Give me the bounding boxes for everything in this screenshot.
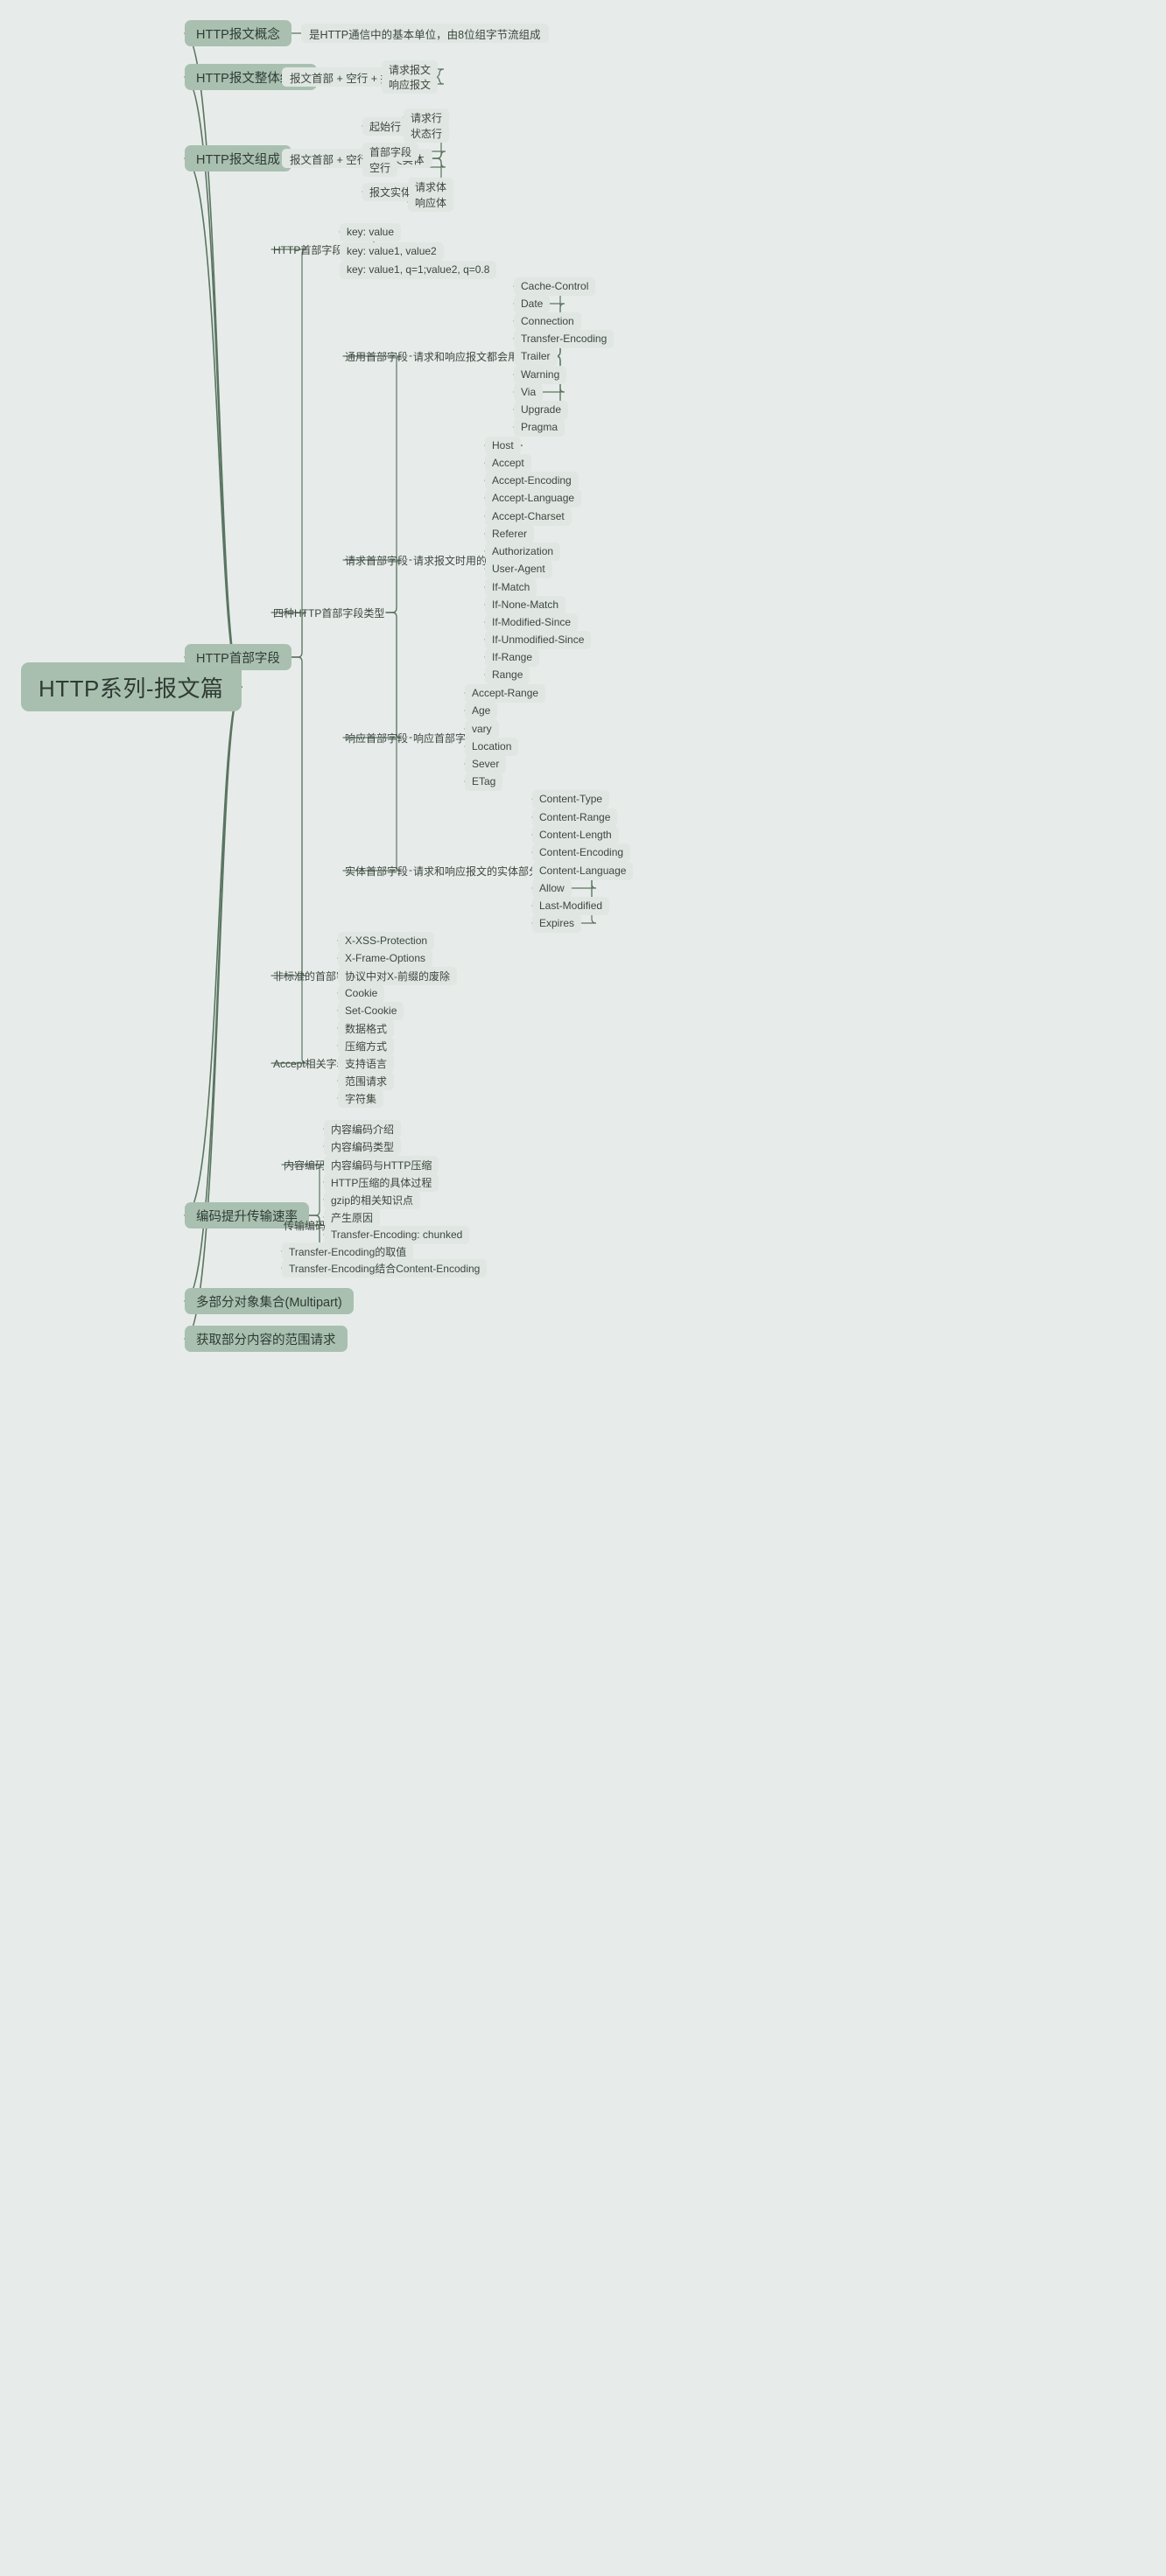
leaf-status-line[interactable]: 状态行 <box>404 123 450 143</box>
leaf-general-6[interactable]: Via <box>514 382 544 402</box>
leaf-request-9[interactable]: If-None-Match <box>485 595 566 614</box>
leaf-entity-6[interactable]: Last-Modified <box>532 896 610 915</box>
leaf-entity-7[interactable]: Expires <box>532 914 582 933</box>
leaf-accept-0[interactable]: 数据格式 <box>338 1018 395 1038</box>
leaf-kv-1[interactable]: key: value <box>340 222 402 242</box>
leaf-entity-2[interactable]: Content-Length <box>532 825 619 844</box>
leaf-general-5[interactable]: Warning <box>514 365 567 384</box>
node-transfer-encoding[interactable]: 传输编码 <box>282 1216 327 1234</box>
leaf-entity-1[interactable]: Content-Range <box>532 808 618 827</box>
leaf-response-5[interactable]: ETag <box>465 772 503 791</box>
leaf-content-encoding-1[interactable]: 内容编码类型 <box>324 1137 402 1156</box>
leaf-entity-0[interactable]: Content-Type <box>532 789 610 808</box>
leaf-transfer-plus-content-encoding[interactable]: Transfer-Encoding结合Content-Encoding <box>282 1258 488 1278</box>
leaf-nonstandard-3[interactable]: Cookie <box>338 984 385 1003</box>
leaf-request-10[interactable]: If-Modified-Since <box>485 612 579 632</box>
leaf-start-line[interactable]: 起始行 <box>362 116 409 136</box>
leaf-transfer-chunked[interactable]: Transfer-Encoding: chunked <box>324 1225 470 1244</box>
branch-http-header-fields[interactable]: HTTP首部字段 <box>185 644 292 670</box>
connector-lines <box>184 32 597 1340</box>
leaf-content-encoding-0[interactable]: 内容编码介绍 <box>324 1119 402 1138</box>
leaf-response-0[interactable]: Accept-Range <box>465 683 546 703</box>
leaf-content-encoding-4[interactable]: gzip的相关知识点 <box>324 1190 421 1209</box>
leaf-request-1[interactable]: Accept <box>485 453 531 472</box>
leaf-general-0[interactable]: Cache-Control <box>514 276 596 296</box>
leaf-general-4[interactable]: Trailer <box>514 346 558 366</box>
leaf-content-encoding-2[interactable]: 内容编码与HTTP压缩 <box>324 1155 439 1174</box>
leaf-content-encoding-3[interactable]: HTTP压缩的具体过程 <box>324 1172 439 1192</box>
leaf-entity-4[interactable]: Content-Language <box>532 861 634 880</box>
leaf-response-3[interactable]: Location <box>465 737 519 756</box>
leaf-entity-5[interactable]: Allow <box>532 878 572 898</box>
leaf-concept-desc[interactable]: 是HTTP通信中的基本单位，由8位组字节流组成 <box>301 24 549 43</box>
leaf-entity-3[interactable]: Content-Encoding <box>532 843 631 862</box>
leaf-nonstandard-0[interactable]: X-XSS-Protection <box>338 931 435 950</box>
leaf-request-8[interactable]: If-Match <box>485 578 537 597</box>
branch-range-request[interactable]: 获取部分内容的范围请求 <box>185 1326 348 1352</box>
leaf-nonstandard-1[interactable]: X-Frame-Options <box>338 948 433 968</box>
node-four-header-types[interactable]: 四种HTTP首部字段类型 <box>271 604 386 621</box>
leaf-accept-4[interactable]: 字符集 <box>338 1088 384 1108</box>
leaf-transfer-cause[interactable]: 产生原因 <box>324 1208 381 1227</box>
leaf-request-4[interactable]: Accept-Charset <box>485 507 572 526</box>
leaf-transfer-encoding-values[interactable]: Transfer-Encoding的取值 <box>282 1242 414 1261</box>
leaf-general-2[interactable]: Connection <box>514 312 581 331</box>
branch-multipart[interactable]: 多部分对象集合(Multipart) <box>185 1288 354 1314</box>
leaf-accept-2[interactable]: 支持语言 <box>338 1054 395 1073</box>
node-general-header[interactable]: 通用首部字段 <box>343 347 410 365</box>
leaf-request-6[interactable]: Authorization <box>485 542 561 561</box>
node-entity-header[interactable]: 实体首部字段 <box>343 862 410 879</box>
leaf-nonstandard-2[interactable]: 协议中对X-前缀的废除 <box>338 966 458 985</box>
node-content-encoding[interactable]: 内容编码 <box>282 1156 327 1173</box>
node-response-header[interactable]: 响应首部字段 <box>343 729 410 746</box>
leaf-response-message[interactable]: 响应报文 <box>382 74 439 94</box>
branch-http-message-composition[interactable]: HTTP报文组成 <box>185 145 292 172</box>
leaf-nonstandard-4[interactable]: Set-Cookie <box>338 1001 404 1020</box>
leaf-general-1[interactable]: Date <box>514 294 551 313</box>
leaf-general-7[interactable]: Upgrade <box>514 400 569 419</box>
leaf-request-3[interactable]: Accept-Language <box>485 488 582 508</box>
leaf-accept-1[interactable]: 压缩方式 <box>338 1036 395 1055</box>
mindmap-canvas: HTTP系列-报文篇 HTTP报文概念 HTTP报文整体结构 HTTP报文组成 HTTP… <box>0 0 1166 2576</box>
branch-http-message-concept[interactable]: HTTP报文概念 <box>185 20 292 46</box>
leaf-response-1[interactable]: Age <box>465 701 498 720</box>
leaf-request-0[interactable]: Host <box>485 436 521 455</box>
leaf-response-2[interactable]: vary <box>465 719 499 738</box>
leaf-request-11[interactable]: If-Unmodified-Since <box>485 630 592 649</box>
node-request-header[interactable]: 请求首部字段 <box>343 551 410 569</box>
leaf-blank-line[interactable]: 空行 <box>362 158 398 177</box>
leaf-request-5[interactable]: Referer <box>485 524 535 543</box>
leaf-general-3[interactable]: Transfer-Encoding <box>514 329 615 348</box>
leaf-request-7[interactable]: User-Agent <box>485 559 552 578</box>
leaf-response-body[interactable]: 响应体 <box>408 192 454 212</box>
leaf-request-13[interactable]: Range <box>485 665 530 684</box>
leaf-request-2[interactable]: Accept-Encoding <box>485 471 579 490</box>
leaf-general-8[interactable]: Pragma <box>514 417 565 437</box>
leaf-response-4[interactable]: Sever <box>465 754 507 774</box>
leaf-accept-3[interactable]: 范围请求 <box>338 1071 395 1090</box>
leaf-kv-2[interactable]: key: value1, value2 <box>340 242 444 261</box>
leaf-request-12[interactable]: If-Range <box>485 648 540 667</box>
leaf-kv-3[interactable]: key: value1, q=1;value2, q=0.8 <box>340 260 497 279</box>
